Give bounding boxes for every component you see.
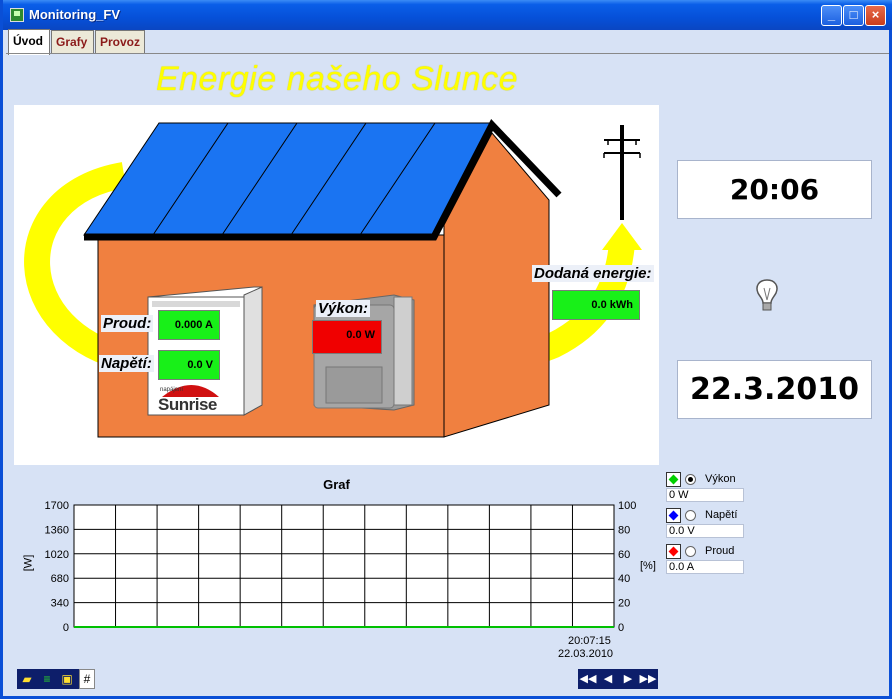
tab-divider (6, 53, 889, 54)
minimize-button[interactable]: _ (821, 5, 842, 26)
left-axis-title: [W] (22, 554, 35, 572)
y-tick-label-right: 40 (618, 573, 630, 585)
navigation-toolbar: ◀◀ ◀ ▶ ▶▶ (578, 669, 658, 689)
y-tick-label-right: 100 (618, 500, 636, 512)
y-tick-label-right: 60 (618, 549, 630, 561)
tab-grafy[interactable]: Grafy (51, 30, 94, 54)
solar-roof (83, 122, 493, 236)
tab-uvod[interactable]: Úvod (8, 29, 50, 55)
vykon-value: 0.0 W (312, 320, 382, 354)
legend-radio-napeti[interactable] (685, 510, 696, 521)
energy-arrowhead (602, 223, 642, 250)
maximize-button[interactable]: □ (843, 5, 864, 26)
app-window: Monitoring_FV _ □ × Úvod Grafy Provoz En… (0, 0, 892, 699)
lock-icon[interactable]: ▣ (59, 671, 75, 687)
legend-radio-proud[interactable] (685, 546, 696, 557)
vykon-label: Výkon: (316, 300, 371, 317)
chart-panel: Graf 1700 100 1360 80 1020 60 680 40 340 20 0 0 [W]… (14, 465, 659, 668)
y-tick-label-right: 20 (618, 598, 630, 610)
legend-checkbox-proud[interactable] (666, 544, 681, 559)
legend-checkbox-napeti[interactable] (666, 508, 681, 523)
first-page-icon[interactable]: ◀◀ (579, 671, 597, 687)
x-date-label: 22.03.2010 (558, 648, 614, 660)
legend-label-napeti: Napětí (705, 509, 738, 521)
last-page-icon[interactable]: ▶▶ (639, 671, 657, 687)
house-illustration: Proud: 0.000 A Napětí: 0.0 V napájení Su… (14, 105, 659, 465)
y-tick-label-left: 1360 (45, 524, 69, 536)
y-tick-label-left: 0 (63, 622, 69, 634)
legend-value-napeti: 0.0 V (666, 524, 744, 538)
next-page-icon[interactable]: ▶ (619, 671, 637, 687)
lightbulb-icon (753, 278, 781, 314)
proud-value: 0.000 A (158, 310, 220, 340)
legend-checkbox-vykon[interactable] (666, 472, 681, 487)
open-folder-icon[interactable]: ▰ (19, 671, 35, 687)
napeti-value: 0.0 V (158, 350, 220, 380)
app-icon (10, 8, 24, 22)
time-display: 20:06 (677, 160, 872, 219)
y-tick-label-right: 80 (618, 524, 630, 536)
proud-label: Proud: (101, 315, 154, 332)
legend-value-vykon: 0 W (666, 488, 744, 502)
y-tick-label-right: 0 (618, 622, 624, 634)
close-button[interactable]: × (865, 5, 886, 26)
dodana-energie-value: 0.0 kWh (552, 290, 640, 320)
x-time-label: 20:07:15 (568, 635, 611, 647)
y-tick-label-left: 1020 (45, 549, 69, 561)
y-tick-label-left: 1700 (45, 500, 69, 512)
grid-icon[interactable]: # (79, 669, 95, 689)
y-tick-label-left: 340 (51, 598, 69, 610)
y-tick-label-left: 680 (51, 573, 69, 585)
legend-radio-vykon[interactable] (685, 474, 696, 485)
chart-plot: 1700 100 1360 80 1020 60 680 40 340 20 0 0 (45, 500, 637, 634)
tab-provoz[interactable]: Provoz (95, 30, 145, 54)
right-axis-title: [%] (640, 560, 656, 572)
legend-label-vykon: Výkon (705, 473, 736, 485)
chart-toolbar: ▰ ≡ ▣ # (17, 669, 95, 689)
layers-icon[interactable]: ≡ (39, 671, 55, 687)
inverter-brand-logo: Sunrise (158, 395, 217, 414)
plot-background (73, 504, 615, 628)
legend-label-proud: Proud (705, 545, 735, 557)
house-scene-graphic (24, 119, 642, 438)
title-bar[interactable]: Monitoring_FV _ □ × (3, 0, 892, 30)
window-title: Monitoring_FV (29, 7, 120, 22)
inverter-brand-small: napájení (160, 387, 184, 393)
banner-title: Energie našeho Slunce (155, 60, 519, 98)
date-display: 22.3.2010 (677, 360, 872, 419)
legend-value-proud: 0.0 A (666, 560, 744, 574)
dodana-energie-label: Dodaná energie: (532, 265, 654, 282)
previous-page-icon[interactable]: ◀ (599, 671, 617, 687)
napeti-label: Napětí: (99, 355, 154, 372)
power-pole-icon (603, 125, 641, 220)
